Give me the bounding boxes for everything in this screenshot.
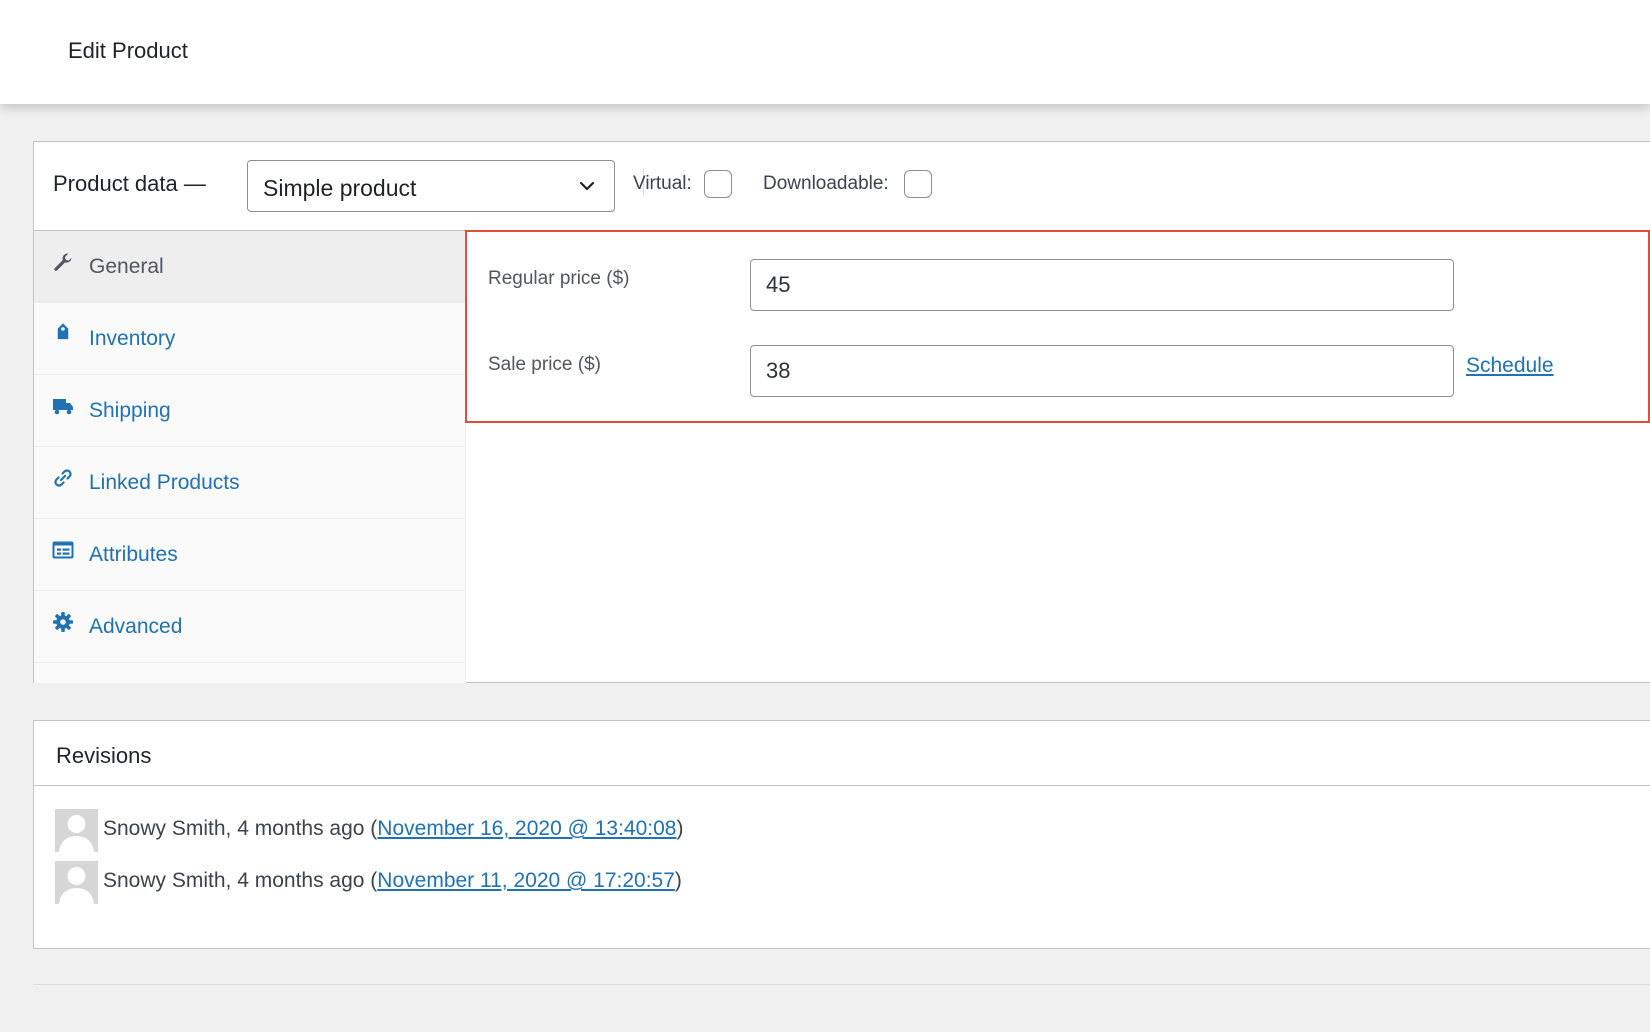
revision-suffix: )	[674, 869, 682, 892]
tab-shipping[interactable]: Shipping	[34, 375, 465, 447]
revision-author: Snowy Smith, 4 months ago (	[103, 869, 378, 892]
product-data-title: Product data —	[53, 171, 206, 196]
revision-author: Snowy Smith, 4 months ago (	[103, 817, 378, 840]
revision-date-link[interactable]: November 11, 2020 @ 17:20:57	[377, 869, 675, 892]
truck-icon	[53, 399, 73, 415]
tab-advanced[interactable]: Advanced	[34, 591, 465, 663]
tab-general[interactable]: General	[34, 231, 465, 303]
downloadable-checkbox[interactable]	[904, 170, 932, 198]
pricing-fields-highlight: Regular price ($) Sale price ($) Schedul…	[465, 230, 1650, 423]
revisions-panel: Revisions Snowy Smith, 4 months ago (Nov…	[33, 720, 1650, 949]
bottom-divider	[33, 984, 1650, 985]
virtual-checkbox[interactable]	[704, 170, 732, 198]
list-card-icon	[52, 541, 74, 559]
avatar	[55, 809, 98, 852]
tab-attributes-label: Attributes	[89, 543, 178, 566]
tab-shipping-label: Shipping	[89, 399, 171, 422]
downloadable-label: Downloadable:	[763, 173, 889, 194]
tab-advanced-label: Advanced	[89, 615, 183, 638]
avatar	[55, 861, 98, 904]
product-type-select[interactable]: Simple product	[247, 160, 615, 212]
gear-icon	[53, 612, 73, 632]
tab-linked-products[interactable]: Linked Products	[34, 447, 465, 519]
tab-inventory-label: Inventory	[89, 327, 176, 350]
chevron-down-icon	[579, 181, 595, 191]
revision-suffix: )	[676, 817, 684, 840]
page-title: Edit Product	[68, 38, 188, 63]
product-type-select-value: Simple product	[263, 175, 417, 201]
schedule-link[interactable]: Schedule	[1466, 354, 1554, 378]
revisions-title: Revisions	[56, 743, 152, 768]
revision-date-link[interactable]: November 16, 2020 @ 13:40:08	[377, 817, 676, 840]
revision-text: Snowy Smith, 4 months ago (November 11, …	[103, 869, 682, 893]
revisions-header: Revisions	[34, 721, 1650, 786]
tab-attributes[interactable]: Attributes	[34, 519, 465, 591]
product-data-header: Product data — Simple product Virtual: D…	[34, 142, 1650, 231]
link-icon	[54, 469, 72, 487]
user-silhouette-icon	[59, 815, 94, 852]
regular-price-input[interactable]	[750, 259, 1454, 311]
tab-general-label: General	[89, 255, 164, 278]
revision-text: Snowy Smith, 4 months ago (November 16, …	[103, 817, 683, 841]
virtual-label: Virtual:	[633, 173, 692, 194]
regular-price-label: Regular price ($)	[488, 268, 630, 289]
sale-price-label: Sale price ($)	[488, 354, 601, 375]
tab-inventory[interactable]: Inventory	[34, 303, 465, 375]
wrench-icon	[54, 253, 72, 271]
user-silhouette-icon	[59, 867, 94, 904]
tab-linked-products-label: Linked Products	[89, 471, 240, 494]
product-data-tabs: General Inventory Shipping Linked Produc…	[34, 231, 466, 683]
tag-icon	[57, 323, 69, 340]
sale-price-input[interactable]	[750, 345, 1454, 397]
top-header-bar: Edit Product	[0, 0, 1650, 104]
